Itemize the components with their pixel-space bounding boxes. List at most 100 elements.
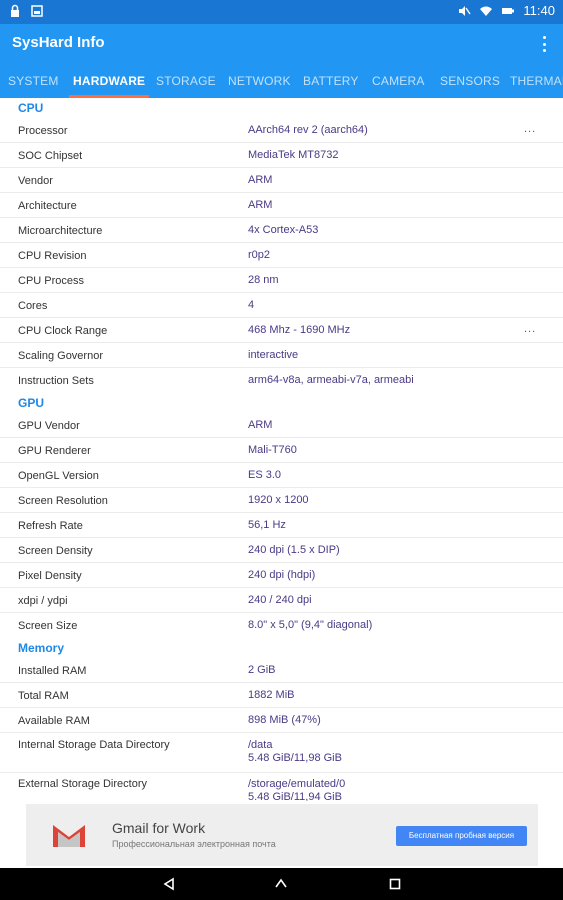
status-bar: 11:40 bbox=[0, 0, 563, 24]
info-row-installed-ram[interactable]: Installed RAM 2 GiB bbox=[0, 658, 563, 683]
row-label: Scaling Governor bbox=[18, 350, 103, 362]
row-value: ARM bbox=[248, 199, 273, 211]
row-label: Screen Size bbox=[18, 620, 78, 632]
info-row-cpu-process[interactable]: CPU Process 28 nm bbox=[0, 268, 563, 293]
info-row-processor[interactable]: Processor AArch64 rev 2 (aarch64) ... bbox=[0, 118, 563, 143]
info-row-vendor[interactable]: Vendor ARM bbox=[0, 168, 563, 193]
lock-icon bbox=[11, 4, 19, 17]
row-label: Screen Resolution bbox=[18, 495, 108, 507]
row-label: CPU Process bbox=[18, 275, 85, 287]
more-details-button[interactable]: ... bbox=[524, 123, 536, 135]
info-row-screen-size[interactable]: Screen Size 8.0" x 5,0" (9,4" diagonal) bbox=[0, 613, 563, 638]
section-header-memory: Memory bbox=[18, 641, 65, 655]
app-title: SysHard Info bbox=[12, 34, 105, 51]
section-header-cpu: CPU bbox=[18, 101, 44, 115]
row-value: arm64-v8a, armeabi-v7a, armeabi bbox=[248, 374, 414, 386]
tab-network[interactable]: NETWORK bbox=[228, 66, 291, 98]
info-row-internal-storage[interactable]: Internal Storage Data Directory /data 5.… bbox=[0, 733, 563, 773]
row-label: xdpi / ydpi bbox=[18, 595, 68, 607]
info-row-scaling-governor[interactable]: Scaling Governor interactive bbox=[0, 343, 563, 368]
back-icon[interactable] bbox=[162, 877, 176, 891]
info-row-screen-resolution[interactable]: Screen Resolution 1920 x 1200 bbox=[0, 488, 563, 513]
ad-banner[interactable]: Gmail for Work Профессиональная электрон… bbox=[26, 804, 538, 866]
row-label: Total RAM bbox=[18, 690, 69, 702]
info-row-soc-chipset[interactable]: SOC Chipset MediaTek MT8732 bbox=[0, 143, 563, 168]
hardware-info-list[interactable]: CPU Processor AArch64 rev 2 (aarch64) ..… bbox=[0, 98, 563, 801]
row-label: CPU Revision bbox=[18, 250, 87, 262]
row-label: Cores bbox=[18, 300, 48, 312]
tab-hardware[interactable]: HARDWARE bbox=[68, 66, 150, 98]
row-value: ARM bbox=[248, 419, 273, 431]
row-label: OpenGL Version bbox=[18, 470, 99, 482]
info-row-gpu-renderer[interactable]: GPU Renderer Mali-T760 bbox=[0, 438, 563, 463]
info-row-microarchitecture[interactable]: Microarchitecture 4x Cortex-A53 bbox=[0, 218, 563, 243]
row-label: Installed RAM bbox=[18, 665, 87, 677]
row-label: Vendor bbox=[18, 175, 53, 187]
tab-system[interactable]: SYSTEM bbox=[8, 66, 59, 98]
info-row-pixel-density[interactable]: Pixel Density 240 dpi (hdpi) bbox=[0, 563, 563, 588]
recents-icon[interactable] bbox=[388, 877, 402, 891]
more-details-button[interactable]: ... bbox=[524, 323, 536, 335]
tab-battery[interactable]: BATTERY bbox=[303, 66, 359, 98]
row-value: 240 dpi (1.5 x DIP) bbox=[248, 544, 340, 556]
more-vert-icon[interactable] bbox=[539, 34, 549, 54]
status-time: 11:40 bbox=[523, 3, 555, 18]
ad-trial-button[interactable]: Бесплатная пробная версия bbox=[396, 826, 527, 846]
row-label: Available RAM bbox=[18, 715, 90, 727]
row-value: 28 nm bbox=[248, 274, 279, 286]
mute-icon bbox=[459, 5, 471, 16]
info-row-cpu-clock-range[interactable]: CPU Clock Range 468 Mhz - 1690 MHz ... bbox=[0, 318, 563, 343]
info-row-cores[interactable]: Cores 4 bbox=[0, 293, 563, 318]
row-value: ES 3.0 bbox=[248, 469, 282, 481]
info-row-screen-density[interactable]: Screen Density 240 dpi (1.5 x DIP) bbox=[0, 538, 563, 563]
row-value: 468 Mhz - 1690 MHz bbox=[248, 324, 351, 336]
row-label: SOC Chipset bbox=[18, 150, 83, 162]
row-label: External Storage Directory bbox=[18, 778, 147, 790]
row-value: 8.0" x 5,0" (9,4" diagonal) bbox=[248, 619, 373, 631]
row-label: Microarchitecture bbox=[18, 225, 103, 237]
tab-strip: SYSTEM HARDWARE STORAGE NETWORK BATTERY … bbox=[0, 66, 563, 98]
app-bar: SysHard Info bbox=[0, 24, 563, 66]
row-label: Processor bbox=[18, 125, 68, 137]
tab-thermal[interactable]: THERMAL bbox=[510, 66, 563, 98]
row-value-secondary: 5.48 GiB/11,98 GiB bbox=[248, 752, 342, 764]
row-label: CPU Clock Range bbox=[18, 325, 108, 337]
row-label: Screen Density bbox=[18, 545, 93, 557]
row-label: Instruction Sets bbox=[18, 375, 94, 387]
info-row-refresh-rate[interactable]: Refresh Rate 56,1 Hz bbox=[0, 513, 563, 538]
row-value: 4 bbox=[248, 299, 255, 311]
row-value: AArch64 rev 2 (aarch64) bbox=[248, 124, 368, 136]
info-row-cpu-revision[interactable]: CPU Revision r0p2 bbox=[0, 243, 563, 268]
row-label: Architecture bbox=[18, 200, 77, 212]
info-row-architecture[interactable]: Architecture ARM bbox=[0, 193, 563, 218]
row-label: Internal Storage Data Directory bbox=[18, 739, 170, 751]
row-label: Refresh Rate bbox=[18, 520, 83, 532]
info-row-instruction-sets[interactable]: Instruction Sets arm64-v8a, armeabi-v7a,… bbox=[0, 368, 563, 393]
row-value: Mali-T760 bbox=[248, 444, 297, 456]
row-value: 56,1 Hz bbox=[248, 519, 286, 531]
gmail-logo-icon bbox=[52, 822, 86, 848]
info-row-external-storage[interactable]: External Storage Directory /storage/emul… bbox=[0, 773, 563, 801]
row-value: 4x Cortex-A53 bbox=[248, 224, 319, 236]
row-label: GPU Vendor bbox=[18, 420, 80, 432]
row-value: /storage/emulated/0 bbox=[248, 778, 346, 790]
row-label: Pixel Density bbox=[18, 570, 82, 582]
row-value: 1920 x 1200 bbox=[248, 494, 309, 506]
info-row-xdpi-ydpi[interactable]: xdpi / ydpi 240 / 240 dpi bbox=[0, 588, 563, 613]
info-row-opengl-version[interactable]: OpenGL Version ES 3.0 bbox=[0, 463, 563, 488]
row-value: 240 dpi (hdpi) bbox=[248, 569, 316, 581]
info-row-available-ram[interactable]: Available RAM 898 MiB (47%) bbox=[0, 708, 563, 733]
tab-sensors[interactable]: SENSORS bbox=[440, 66, 500, 98]
tab-storage[interactable]: STORAGE bbox=[156, 66, 216, 98]
tab-camera[interactable]: CAMERA bbox=[372, 66, 425, 98]
row-value: r0p2 bbox=[248, 249, 271, 261]
home-icon[interactable] bbox=[274, 877, 288, 891]
section-header-gpu: GPU bbox=[18, 396, 45, 410]
row-value-secondary: 5.48 GiB/11,94 GiB bbox=[248, 791, 342, 801]
row-value: MediaTek MT8732 bbox=[248, 149, 339, 161]
row-label: GPU Renderer bbox=[18, 445, 91, 457]
row-value: 1882 MiB bbox=[248, 689, 295, 701]
info-row-gpu-vendor[interactable]: GPU Vendor ARM bbox=[0, 413, 563, 438]
info-row-total-ram[interactable]: Total RAM 1882 MiB bbox=[0, 683, 563, 708]
row-value: /data bbox=[248, 739, 273, 751]
